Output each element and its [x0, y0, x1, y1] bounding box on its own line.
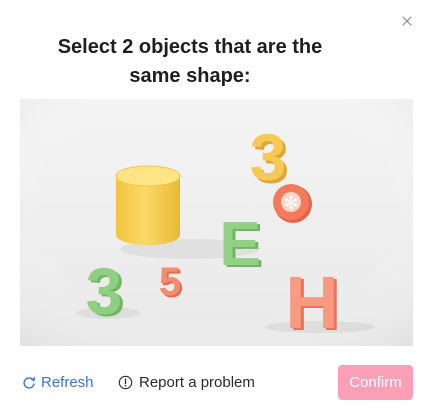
svg-text:3: 3	[86, 254, 123, 328]
svg-text:H: H	[285, 261, 338, 344]
digit-3-green-object[interactable]: 3 3	[86, 254, 126, 330]
info-icon	[118, 375, 133, 390]
prompt-line-1: Select 2 objects that are the	[57, 36, 323, 58]
report-problem-button[interactable]: Report a problem	[118, 374, 255, 391]
cylinder-object[interactable]	[115, 165, 181, 245]
refresh-button[interactable]: Refresh	[22, 374, 94, 391]
confirm-button[interactable]: Confirm	[338, 365, 413, 400]
report-problem-label: Report a problem	[139, 374, 255, 391]
digit-5-object[interactable]: 5 5	[159, 260, 183, 306]
letter-e-object[interactable]: E E	[219, 210, 263, 281]
refresh-label: Refresh	[41, 374, 94, 391]
svg-text:✻: ✻	[283, 193, 298, 214]
close-button[interactable]	[396, 10, 418, 32]
letter-h-object[interactable]: H H	[285, 261, 341, 346]
refresh-icon	[23, 376, 36, 389]
prompt-line-2: same shape:	[129, 65, 251, 87]
close-icon	[402, 16, 412, 26]
svg-text:E: E	[219, 210, 260, 279]
digit-3-yellow-object[interactable]: 3 3	[250, 120, 290, 197]
svg-text:3: 3	[250, 120, 287, 194]
challenge-footer: Refresh Report a problem Confirm	[20, 365, 413, 400]
challenge-image[interactable]: 3 3 ✻ E E 3 3 5 5 H H	[20, 99, 413, 346]
challenge-prompt: Select 2 objects that are the same shape…	[20, 33, 360, 91]
svg-text:5: 5	[159, 260, 181, 304]
